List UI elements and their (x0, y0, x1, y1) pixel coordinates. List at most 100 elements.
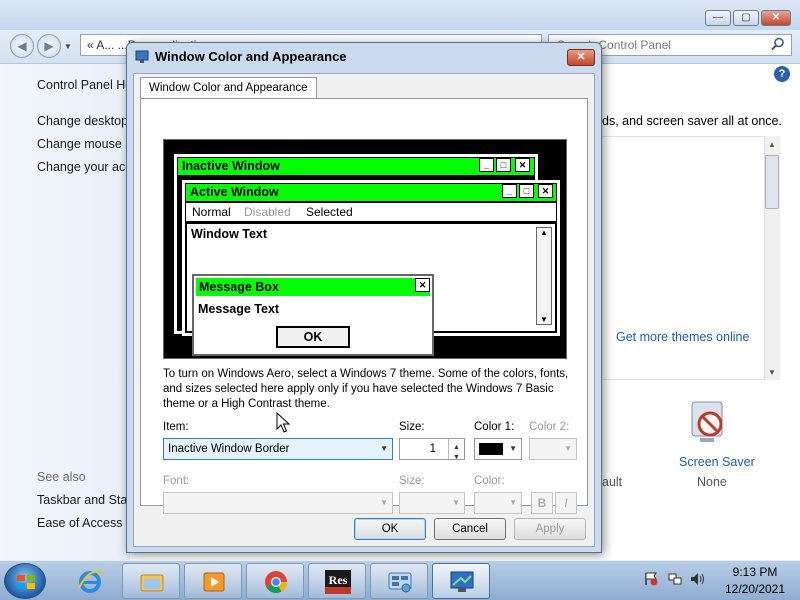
clock-date[interactable]: 12/20/2021 (718, 582, 792, 596)
folder-icon (140, 574, 164, 592)
appearance-preview[interactable]: Inactive Window _ □ ✕ Active Window _ □ … (163, 139, 567, 359)
screen-saver-value: None (697, 475, 727, 489)
preview-minimize-icon: _ (479, 158, 494, 172)
sidebar-link-desktop[interactable]: Change desktop (37, 114, 128, 128)
res-app-label: Res (329, 573, 348, 587)
close-button[interactable]: ✕ (761, 10, 791, 26)
italic-button[interactable]: I (555, 492, 577, 514)
color1-swatch (479, 443, 503, 455)
preview-minimize-icon: _ (502, 184, 517, 198)
preview-message-box-title: Message Box (196, 278, 430, 296)
color1-label: Color 1: (474, 421, 515, 433)
forward-button[interactable]: ▶ (37, 34, 61, 58)
mouse-cursor-icon (276, 412, 290, 433)
page-description: ds, and screen saver all at once. (602, 114, 782, 128)
sidebar-link-taskbar[interactable]: Taskbar and Star (37, 493, 132, 507)
sidebar-link-ease-of-access[interactable]: Ease of Access C (37, 516, 135, 530)
back-button[interactable]: ◀ (10, 34, 34, 58)
chrome-icon (265, 571, 287, 593)
control-panel-icon (388, 572, 412, 593)
preview-menu-normal[interactable]: Normal (192, 205, 231, 219)
ok-button[interactable]: OK (354, 518, 426, 540)
taskbar-chrome[interactable] (246, 563, 304, 599)
taskbar-res-app[interactable]: Res (308, 563, 366, 599)
dialog-title: Window Color and Appearance (155, 49, 347, 64)
scroll-up-arrow-icon[interactable]: ▲ (768, 140, 776, 149)
item-dropdown-value: Inactive Window Border (168, 443, 290, 455)
preview-window-text: Window Text (191, 227, 268, 241)
color1-picker[interactable]: ▼ (474, 438, 522, 460)
chevron-down-icon: ▼ (509, 444, 517, 453)
start-button[interactable] (4, 563, 46, 599)
chevron-down-icon: ▼ (380, 498, 388, 507)
preview-message-text: Message Text (198, 302, 280, 316)
font-size-dropdown[interactable]: ▼ (399, 492, 465, 514)
display-settings-icon (450, 571, 474, 592)
preview-scrollbar[interactable]: ▲ ▼ (536, 227, 552, 325)
scroll-down-arrow-icon: ▼ (540, 315, 548, 324)
scrollbar-thumb[interactable] (765, 155, 779, 209)
get-more-themes-link[interactable]: Get more themes online (616, 330, 749, 344)
maximize-button[interactable]: ▢ (733, 10, 759, 26)
res-app-icon: Res (325, 570, 351, 594)
tab-panel: Inactive Window _ □ ✕ Active Window _ □ … (140, 98, 588, 514)
search-icon[interactable] (771, 37, 785, 51)
sidebar-link-mouse[interactable]: Change mouse p (37, 137, 132, 151)
sidebar-link-account[interactable]: Change your acc (37, 160, 132, 174)
volume-icon[interactable] (690, 572, 706, 586)
apply-button[interactable]: Apply (514, 518, 586, 540)
recent-pages-dropdown[interactable]: ▼ (64, 42, 72, 51)
preview-maximize-icon: □ (496, 158, 511, 172)
size-stepper[interactable]: 1 ▲ ▼ (399, 438, 465, 461)
tab-window-color[interactable]: Window Color and Appearance (140, 77, 317, 99)
windows-logo-icon (17, 575, 35, 589)
preview-close-icon: ✕ (415, 278, 430, 292)
dialog-body: Window Color and Appearance Inactive Win… (133, 73, 595, 547)
size-value: 1 (429, 443, 436, 455)
taskbar-media-player[interactable] (184, 563, 242, 599)
color2-picker[interactable]: ▼ (529, 438, 577, 460)
preview-menu-selected[interactable]: Selected (306, 205, 353, 219)
taskbar-internet-explorer[interactable] (60, 563, 118, 599)
chevron-down-icon: ▼ (509, 498, 517, 507)
window-color-dialog: Window Color and Appearance ✕ Window Col… (126, 42, 602, 553)
taskbar-window-color-dialog[interactable] (432, 563, 490, 599)
color2-label: Color 2: (529, 421, 570, 433)
size-label: Size: (399, 421, 425, 433)
network-icon[interactable] (668, 572, 682, 586)
preview-menu-bar: Normal Disabled Selected (186, 203, 556, 221)
media-player-icon (203, 572, 225, 592)
preview-menu-disabled[interactable]: Disabled (244, 205, 291, 219)
chevron-down-icon: ▼ (564, 444, 572, 453)
font-color-picker[interactable]: ▼ (474, 492, 522, 514)
sound-value: ault (602, 475, 623, 489)
clock-time[interactable]: 9:13 PM (718, 565, 792, 579)
item-label: Item: (163, 421, 189, 433)
taskbar-windows-explorer[interactable] (122, 563, 180, 599)
item-dropdown[interactable]: Inactive Window Border ▼ (163, 438, 393, 460)
preview-maximize-icon: □ (519, 184, 534, 198)
spin-down-arrow-icon[interactable]: ▼ (453, 448, 460, 468)
display-settings-icon (135, 50, 149, 63)
minimize-button[interactable]: — (705, 10, 731, 26)
font-dropdown[interactable]: ▼ (163, 492, 393, 514)
chevron-down-icon: ▼ (452, 498, 460, 507)
dialog-close-button[interactable]: ✕ (567, 49, 595, 66)
bold-button[interactable]: B (531, 492, 553, 514)
font-size-label: Size: (399, 475, 425, 487)
screen-saver-icon[interactable] (688, 400, 728, 448)
scroll-down-arrow-icon[interactable]: ▼ (768, 368, 776, 377)
screen-saver-link[interactable]: Screen Saver (679, 455, 755, 469)
preview-ok-button[interactable]: OK (276, 326, 350, 348)
help-icon[interactable]: ? (774, 66, 790, 82)
cancel-button[interactable]: Cancel (434, 518, 506, 540)
title-bar (0, 0, 800, 30)
preview-close-icon: ✕ (538, 184, 553, 198)
font-color-label: Color: (474, 475, 505, 487)
preview-active-title: Active Window (186, 184, 556, 201)
size-spin-control[interactable]: ▲ ▼ (448, 439, 464, 461)
preview-message-box[interactable]: Message Box ✕ Message Text OK (192, 274, 434, 356)
taskbar-control-panel[interactable] (370, 563, 428, 599)
action-center-flag-icon[interactable] (644, 572, 658, 586)
font-label: Font: (163, 475, 190, 487)
